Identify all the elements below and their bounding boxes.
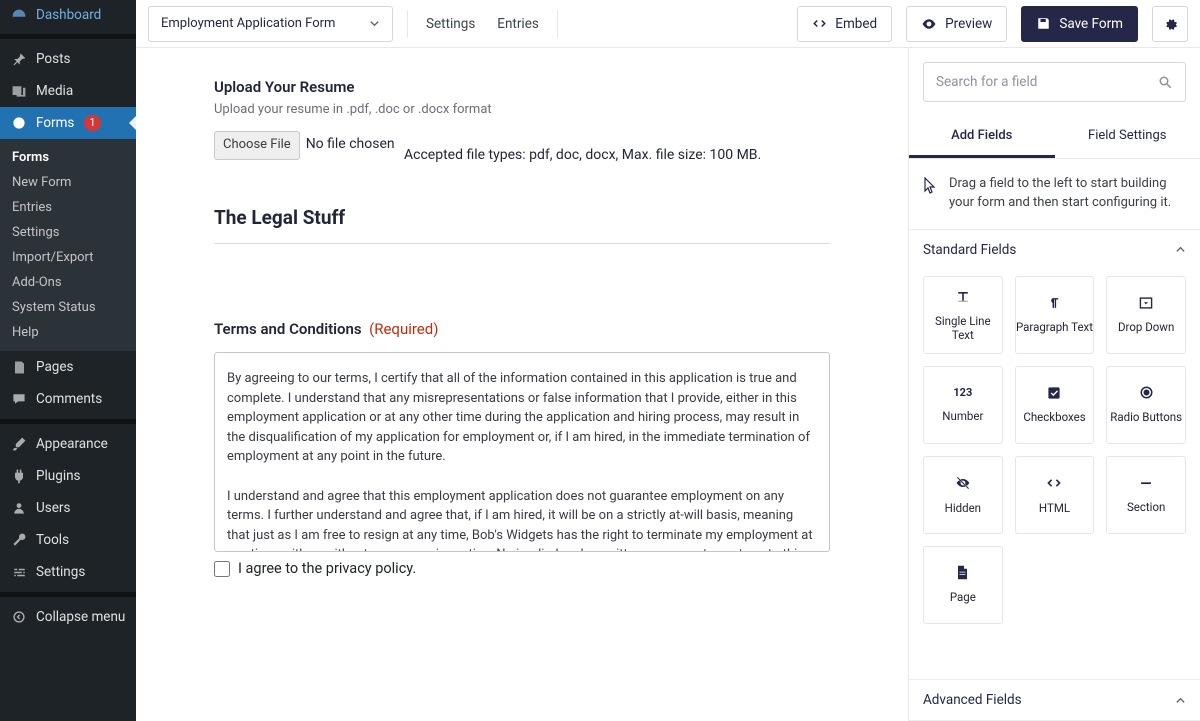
topbar-settings[interactable]: Settings (422, 16, 479, 32)
field-description: Upload your resume in .pdf, .doc or .doc… (214, 102, 830, 117)
section-standard-fields[interactable]: Standard Fields (909, 229, 1200, 270)
eye-icon (921, 16, 937, 32)
chevron-down-icon (369, 18, 380, 29)
tab-field-settings[interactable]: Field Settings (1055, 116, 1200, 158)
topbar: Employment Application Form Settings Ent… (136, 0, 1200, 48)
sidebar-item-settings[interactable]: Settings (0, 556, 136, 588)
dropdown-icon (1139, 296, 1153, 310)
field-label: Terms and Conditions (Required) (214, 320, 830, 338)
topbar-entries[interactable]: Entries (493, 16, 543, 32)
sidebar-item-users[interactable]: Users (0, 492, 136, 524)
sidebar-item-pages[interactable]: Pages (0, 351, 136, 383)
preview-button[interactable]: Preview (906, 6, 1007, 42)
field-type-hidden[interactable]: Hidden (923, 456, 1003, 534)
agree-label: I agree to the privacy policy. (238, 560, 416, 577)
update-badge: 1 (84, 115, 100, 131)
form-switcher[interactable]: Employment Application Form (148, 6, 393, 42)
sidebar-collapse[interactable]: Collapse menu (0, 601, 136, 633)
field-type-single-line[interactable]: Single Line Text (923, 276, 1003, 354)
radio-icon (1139, 385, 1154, 400)
field-type-section[interactable]: Section (1106, 456, 1186, 534)
subitem-help[interactable]: Help (0, 320, 136, 345)
subitem-addons[interactable]: Add-Ons (0, 270, 136, 295)
drag-hint: Drag a field to the left to start buildi… (909, 159, 1200, 229)
eye-off-icon (955, 475, 971, 491)
subitem-settings[interactable]: Settings (0, 220, 136, 245)
field-label: Upload Your Resume (214, 78, 830, 96)
field-type-page[interactable]: Page (923, 546, 1003, 624)
right-panel: Search for a field Add Fields Field Sett… (908, 48, 1200, 721)
sidebar-item-posts[interactable]: Posts (0, 43, 136, 75)
forms-icon (10, 114, 28, 132)
pin-icon (10, 50, 28, 68)
section-advanced-fields[interactable]: Advanced Fields (909, 679, 1200, 721)
agree-checkbox[interactable] (214, 561, 230, 577)
sidebar-item-tools[interactable]: Tools (0, 524, 136, 556)
gear-icon (1162, 16, 1178, 32)
number-icon: 123 (953, 386, 972, 399)
save-disk-icon (1036, 16, 1051, 31)
field-section-legal[interactable]: The Legal Stuff (214, 206, 830, 244)
subitem-forms[interactable]: Forms (0, 145, 136, 170)
chevron-up-icon (1175, 244, 1186, 255)
embed-button[interactable]: Embed (797, 6, 892, 42)
sidebar-item-plugins[interactable]: Plugins (0, 460, 136, 492)
sidebar-item-forms[interactable]: Forms 1 (0, 107, 136, 139)
form-settings-button[interactable] (1152, 6, 1188, 42)
field-type-html[interactable]: HTML (1015, 456, 1095, 534)
sidebar-item-media[interactable]: Media (0, 75, 136, 107)
tab-add-fields[interactable]: Add Fields (909, 116, 1055, 158)
wrench-icon (10, 531, 28, 549)
required-indicator: (Required) (369, 320, 438, 338)
field-type-checkboxes[interactable]: Checkboxes (1015, 366, 1095, 444)
terms-text-box[interactable]: By agreeing to our terms, I certify that… (214, 352, 830, 552)
sidebar-item-dashboard[interactable]: Dashboard (0, 0, 136, 30)
subitem-system-status[interactable]: System Status (0, 295, 136, 320)
sliders-icon (10, 563, 28, 581)
subitem-entries[interactable]: Entries (0, 195, 136, 220)
text-icon (955, 288, 971, 304)
collapse-icon (10, 608, 28, 626)
media-icon (10, 82, 28, 100)
brush-icon (10, 435, 28, 453)
comment-icon (10, 390, 28, 408)
chevron-up-icon (1175, 695, 1186, 706)
user-icon (10, 499, 28, 517)
field-terms[interactable]: Terms and Conditions (Required) By agree… (214, 320, 830, 577)
form-canvas: Upload Your Resume Upload your resume in… (136, 48, 908, 721)
gauge-icon (10, 6, 28, 24)
field-type-dropdown[interactable]: Drop Down (1106, 276, 1186, 354)
checkbox-icon (1047, 386, 1061, 400)
admin-sidebar: Dashboard Posts Media Forms 1 Forms New … (0, 0, 136, 721)
subitem-new-form[interactable]: New Form (0, 170, 136, 195)
paragraph-icon (1047, 296, 1061, 310)
page-icon (956, 565, 969, 580)
sidebar-item-appearance[interactable]: Appearance (0, 428, 136, 460)
cursor-icon (923, 177, 937, 213)
minus-icon (1139, 476, 1153, 490)
field-type-radio[interactable]: Radio Buttons (1106, 366, 1186, 444)
field-search-input[interactable]: Search for a field (923, 62, 1186, 102)
code-icon (1046, 475, 1062, 491)
subitem-import-export[interactable]: Import/Export (0, 245, 136, 270)
field-upload-resume[interactable]: Upload Your Resume Upload your resume in… (214, 78, 830, 166)
sidebar-item-comments[interactable]: Comments (0, 383, 136, 415)
search-icon (1158, 75, 1173, 90)
field-type-paragraph[interactable]: Paragraph Text (1015, 276, 1095, 354)
field-type-number[interactable]: 123 Number (923, 366, 1003, 444)
save-button[interactable]: Save Form (1021, 6, 1138, 42)
sidebar-submenu: Forms New Form Entries Settings Import/E… (0, 139, 136, 351)
code-icon (812, 16, 827, 31)
pages-icon (10, 358, 28, 376)
plug-icon (10, 467, 28, 485)
file-accepted-hint: Accepted file types: pdf, doc, docx, Max… (214, 144, 830, 166)
